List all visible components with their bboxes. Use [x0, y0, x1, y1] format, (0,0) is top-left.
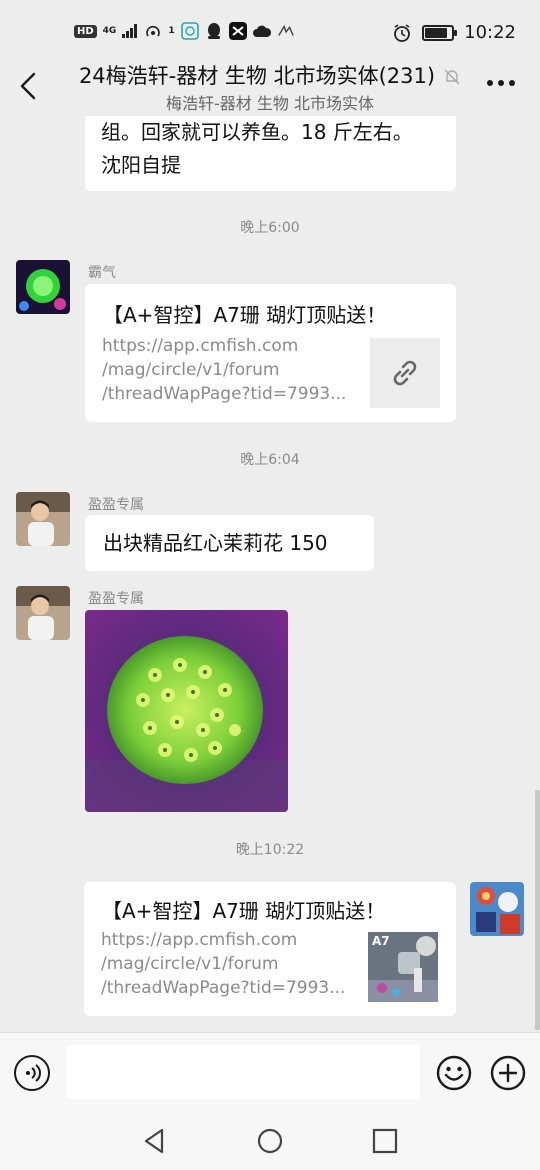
qq-icon	[205, 22, 223, 40]
own-avatar[interactable]	[470, 882, 524, 936]
avatar[interactable]	[16, 492, 70, 546]
status-icons-left: HD 4G 1	[74, 22, 295, 40]
hotspot-count: 1	[168, 25, 175, 36]
link-url-line: /mag/circle/v1/forum	[102, 360, 280, 380]
plus-button[interactable]	[490, 1055, 526, 1091]
message-input[interactable]	[66, 1045, 420, 1099]
input-bar	[0, 1032, 540, 1112]
link-thumbnail: A7	[368, 932, 438, 1002]
link-url-line: /threadWapPage?tid=7993...	[102, 384, 347, 404]
voice-button[interactable]	[14, 1055, 50, 1091]
message-text-line: 沈阳自提	[101, 153, 181, 177]
link-title: 【A+智控】A7珊 瑚灯顶贴送！	[103, 303, 387, 327]
link-icon	[393, 360, 417, 386]
link-url-line: /mag/circle/v1/forum	[101, 954, 279, 974]
sender-name: 盈盈专属	[88, 497, 144, 513]
group-name: 24梅浩轩-器材 生物 北市场实体(231)	[78, 64, 436, 88]
capcut-icon	[228, 22, 247, 40]
hd-badge: HD	[74, 24, 97, 38]
message-list[interactable]: 组。回家就可以养鱼。18 斤左右。 沈阳自提 晚上6:00 霸气 【A+智控】A…	[0, 116, 540, 1032]
avatar[interactable]	[16, 586, 70, 640]
link-card[interactable]: 【A+智控】A7珊 瑚灯顶贴送！ https://app.cmfish.com …	[84, 882, 456, 1016]
app-badge-icon	[277, 22, 295, 40]
chat-header: 24梅浩轩-器材 生物 北市场实体(231) 梅浩轩-器材 生物 北市场实体	[0, 56, 540, 116]
emoji-button[interactable]	[436, 1055, 472, 1091]
link-thumbnail	[370, 338, 440, 408]
link-url-line: https://app.cmfish.com	[101, 930, 298, 950]
link-title: 【A+智控】A7珊 瑚灯顶贴送！	[102, 899, 386, 923]
bell-off-icon	[444, 69, 460, 85]
system-nav-bar	[0, 1112, 540, 1170]
cloud-icon	[252, 22, 271, 40]
signal-icon	[122, 24, 138, 38]
timestamp: 晚上10:22	[235, 842, 305, 858]
message-bubble[interactable]: 出块精品红心茉莉花 150	[85, 515, 374, 571]
message-text: 出块精品红心茉莉花 150	[103, 531, 328, 555]
nav-recent-button[interactable]	[370, 1126, 400, 1156]
coral-image[interactable]	[85, 610, 288, 812]
link-url-line: https://app.cmfish.com	[102, 336, 299, 356]
alarm-icon	[394, 23, 411, 42]
thumb-label: A7	[372, 934, 390, 948]
app-notification-icon	[180, 22, 199, 40]
more-options-button[interactable]	[486, 78, 516, 88]
network-label: 4G	[102, 25, 117, 36]
avatar[interactable]	[16, 260, 70, 314]
link-url-line: /threadWapPage?tid=7993...	[101, 978, 346, 998]
message-text-line: 组。回家就可以养鱼。18 斤左右。	[101, 120, 413, 144]
clock: 10:22	[464, 22, 516, 43]
timestamp: 晚上6:04	[240, 452, 300, 468]
battery-icon	[422, 24, 458, 41]
nav-back-button[interactable]	[140, 1126, 170, 1156]
chat-title: 24梅浩轩-器材 生物 北市场实体(231)	[0, 60, 540, 90]
sender-name: 霸气	[88, 265, 116, 281]
link-card[interactable]: 【A+智控】A7珊 瑚灯顶贴送！ https://app.cmfish.com …	[85, 284, 456, 422]
chat-subtitle: 梅浩轩-器材 生物 北市场实体	[166, 94, 374, 113]
sender-name: 盈盈专属	[88, 591, 144, 607]
timestamp: 晚上6:00	[240, 220, 300, 236]
nav-home-button[interactable]	[255, 1126, 285, 1156]
hotspot-icon	[146, 25, 161, 37]
scrollbar[interactable]	[535, 790, 540, 1030]
status-icons-right: 10:22	[392, 22, 516, 43]
voice-icon	[26, 1064, 41, 1082]
message-bubble[interactable]: 组。回家就可以养鱼。18 斤左右。 沈阳自提	[85, 116, 456, 191]
